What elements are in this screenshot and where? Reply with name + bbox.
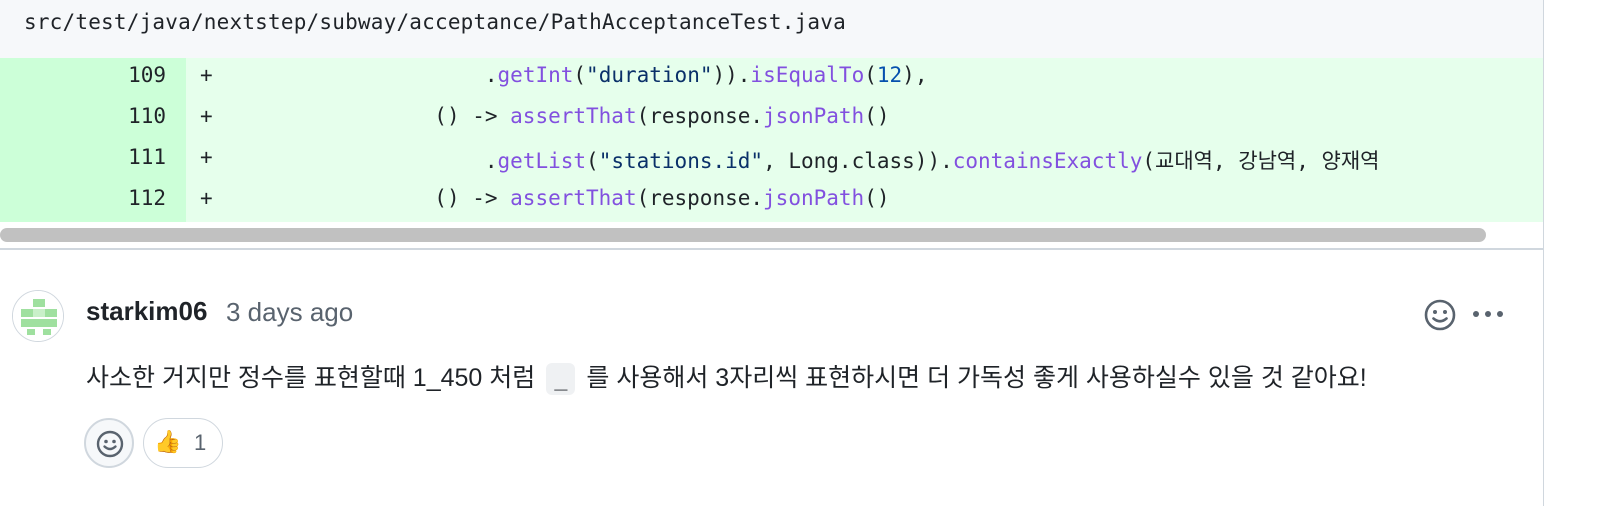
code-token-fn: isEqualTo [750,63,865,87]
horizontal-scrollbar[interactable] [0,222,1544,250]
smiley-icon [1424,299,1456,331]
code-token-fn: assertThat [510,104,637,128]
line-number[interactable]: 112 [0,181,186,222]
diff-line: 111 + .getList("stations.id", Long.class)… [0,140,1543,181]
scrollbar-thumb[interactable] [0,228,1486,242]
code-content: .getInt("duration")).isEqualTo(12), [232,63,928,87]
author-avatar[interactable] [12,290,64,342]
thumbs-up-reaction-button[interactable]: 👍 1 [143,418,223,468]
file-header: src/test/java/nextstep/subway/acceptance… [0,0,1544,58]
diff-added-marker: + [200,186,213,210]
code-token-plain: . [484,149,498,173]
diff-line: 112 + () -> assertThat(response.jsonPath(… [0,181,1543,222]
code-token-plain: )). [712,63,751,87]
code-token-num: 12 [876,63,903,87]
code-token-plain: ( [586,149,599,173]
comment-options-button[interactable] [1469,300,1509,328]
smiley-icon [96,430,124,458]
line-number[interactable]: 109 [0,58,186,99]
code-token-plain: (response. [636,104,764,128]
code-token-plain: ( [864,63,877,87]
code-token-plain: ), [902,63,928,87]
code-token-fn: assertThat [510,186,637,210]
code-token-fn: jsonPath [763,104,865,128]
identicon-avatar [13,291,63,341]
line-number[interactable]: 110 [0,99,186,140]
code-token-fn: getList [497,149,587,173]
comment-body: 사소한 거지만 정수를 표현할때 1_450 처럼 _ 를 사용해서 3자리씩 … [86,358,1367,396]
comment-text-before: 사소한 거지만 정수를 표현할때 1_450 처럼 [86,364,536,392]
diff-added-marker: + [200,145,213,169]
code-token-plain: , Long.class)). [763,149,953,173]
code-token-plain: ( [573,63,587,87]
code-token-plain: () [864,186,890,210]
code-token-plain: () -> [434,104,511,128]
comment-timestamp[interactable]: 3 days ago [226,297,353,328]
add-reaction-header-button[interactable] [1422,297,1458,333]
code-token-str: "duration" [586,63,713,87]
code-token-str: "stations.id" [598,149,764,173]
thumbs-up-emoji: 👍 [154,430,182,455]
code-token-plain: (교대역, 강남역, 양재역 [1142,149,1380,173]
reaction-count: 1 [194,430,207,455]
code-token-fn: getInt [497,63,574,87]
file-path[interactable]: src/test/java/nextstep/subway/acceptance… [24,10,846,34]
code-token-plain: (response. [636,186,764,210]
code-content: () -> assertThat(response.jsonPath() [232,186,889,210]
inline-code: _ [546,363,576,396]
diff-line: 109 + .getInt("duration")).isEqualTo(12), [0,58,1543,99]
code-token-plain: . [484,63,498,87]
code-token-plain: () [864,104,890,128]
comment-text-after: 를 사용해서 3자리씩 표현하시면 더 가독성 좋게 사용하실수 있을 것 같아… [586,364,1367,392]
diff-added-marker: + [200,63,213,87]
diff-viewport: 109 + .getInt("duration")).isEqualTo(12),… [0,58,1544,222]
code-content: .getList("stations.id", Long.class)).con… [232,145,1380,175]
code-token-fn: jsonPath [763,186,865,210]
add-reaction-button[interactable] [84,418,134,468]
code-token-fn: containsExactly [952,149,1143,173]
line-number[interactable]: 111 [0,140,186,181]
code-content: () -> assertThat(response.jsonPath() [232,104,889,128]
right-divider [1543,250,1544,506]
diff-added-marker: + [200,104,213,128]
comment-author[interactable]: starkim06 [86,296,207,327]
diff-line: 110 + () -> assertThat(response.jsonPath(… [0,99,1543,140]
kebab-horizontal-icon [1473,311,1503,317]
code-token-plain: () -> [434,186,511,210]
